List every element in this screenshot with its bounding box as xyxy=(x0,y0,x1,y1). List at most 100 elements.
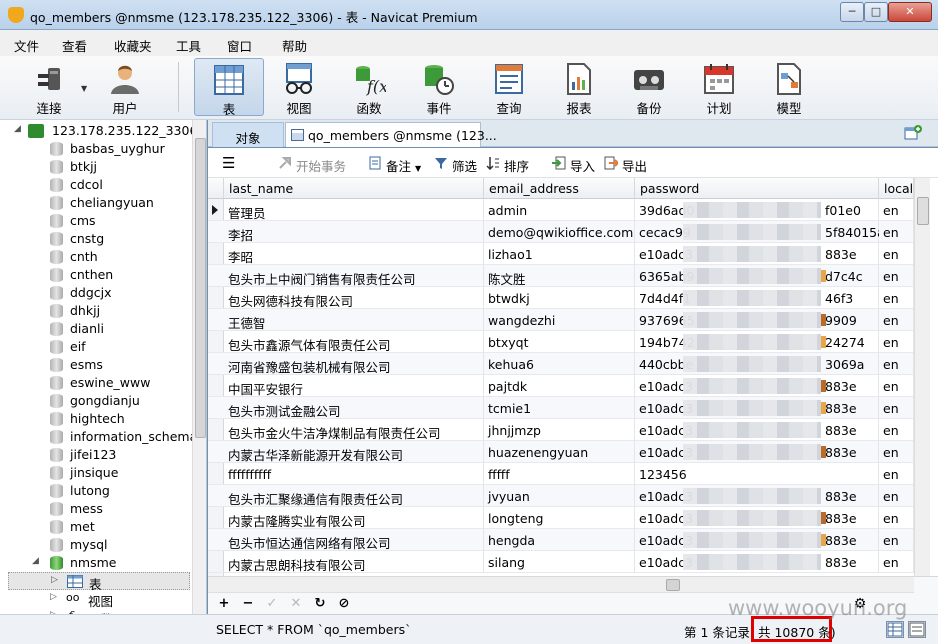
minimize-button[interactable]: ─ xyxy=(840,2,864,22)
form-view-button[interactable] xyxy=(908,621,926,638)
tree-db-item[interactable]: mess xyxy=(0,500,192,518)
cell-email[interactable]: btwdkj xyxy=(484,287,635,309)
cell-last-name[interactable]: 包头市上中阀门销售有限责任公司 xyxy=(224,265,484,287)
column-header-locale[interactable]: locale xyxy=(879,178,914,199)
tree-db-item[interactable]: cnth xyxy=(0,248,192,266)
tree-db-item[interactable]: cdcol xyxy=(0,176,192,194)
tree-db-item[interactable]: basbas_uyghur xyxy=(0,140,192,158)
view-button[interactable]: 视图 xyxy=(264,58,334,116)
cell-email[interactable]: fffff xyxy=(484,463,635,485)
tree-db-item[interactable]: eif xyxy=(0,338,192,356)
grid-view-button[interactable] xyxy=(886,621,904,638)
menu-favorites[interactable]: 收藏夹 xyxy=(114,36,152,55)
column-header-last-name[interactable]: last_name xyxy=(224,178,484,199)
maximize-button[interactable]: □ xyxy=(864,2,888,22)
cell-last-name[interactable]: 包头市金火牛洁净煤制品有限责任公司 xyxy=(224,419,484,441)
cell-locale[interactable]: en xyxy=(879,463,914,485)
cell-email[interactable]: kehua6 xyxy=(484,353,635,375)
table-row[interactable]: 包头网德科技有限公司 btwdkj 7d4d4f1 en 46f3 xyxy=(208,287,914,309)
grid-vertical-thumb[interactable] xyxy=(917,197,929,225)
report-button[interactable]: 报表 xyxy=(544,58,614,116)
model-button[interactable]: 模型 xyxy=(754,58,824,116)
tree-tables-node[interactable]: ▷ 表 xyxy=(8,572,190,592)
close-button[interactable]: ✕ xyxy=(888,2,932,22)
cell-locale[interactable]: en xyxy=(879,507,914,529)
table-row[interactable]: 包头市测试金融公司 tcmie1 e10adc3 en 883e xyxy=(208,397,914,419)
column-header-email[interactable]: email_address xyxy=(484,178,635,199)
cell-locale[interactable]: en xyxy=(879,441,914,463)
tree-db-item[interactable]: cnthen xyxy=(0,266,192,284)
table-row[interactable]: ffffffffff fffff 123456 en xyxy=(208,463,914,485)
hamburger-menu-icon[interactable]: ☰ xyxy=(222,154,235,172)
apply-changes-button[interactable]: ✓ xyxy=(264,596,280,612)
add-record-button[interactable]: + xyxy=(216,596,232,612)
cell-last-name[interactable]: 包头市汇聚缘通信有限责任公司 xyxy=(224,485,484,507)
tree-db-item[interactable]: met xyxy=(0,518,192,536)
tree-scrollbar[interactable] xyxy=(192,120,206,614)
tree-connection[interactable]: ◢ 123.178.235.122_3306 xyxy=(0,122,197,140)
cell-locale[interactable]: en xyxy=(879,199,914,221)
cell-email[interactable]: jhnjjmzp xyxy=(484,419,635,441)
collapse-arrow-icon[interactable]: ◢ xyxy=(14,124,21,134)
tree-db-item[interactable]: cms xyxy=(0,212,192,230)
tree-db-item[interactable]: jinsique xyxy=(0,464,192,482)
expand-arrow-icon[interactable]: ▷ xyxy=(51,575,58,585)
table-row[interactable]: 李昭 lizhao1 e10adc3 en 883e xyxy=(208,243,914,265)
cell-locale[interactable]: en xyxy=(879,287,914,309)
connect-dropdown-icon[interactable]: ▼ xyxy=(81,84,87,93)
table-row[interactable]: 河南省豫盛包装机械有限公司 kehua6 440cbbe en 3069a xyxy=(208,353,914,375)
tree-views-node[interactable]: ▷ oo 视图 xyxy=(0,590,192,609)
filter-button[interactable]: 筛选 xyxy=(434,156,477,175)
menu-window[interactable]: 窗口 xyxy=(227,36,252,55)
cell-locale[interactable]: en xyxy=(879,397,914,419)
backup-button[interactable]: 备份 xyxy=(614,58,684,116)
cell-email[interactable]: 陈文胜 xyxy=(484,265,635,287)
refresh-button[interactable]: ↻ xyxy=(312,596,328,612)
cell-locale[interactable]: en xyxy=(879,419,914,441)
tree-scrollbar-thumb[interactable] xyxy=(195,138,206,438)
table-row[interactable]: 内蒙古思朗科技有限公司 silang e10adc3 en 883e xyxy=(208,551,914,573)
grid-vertical-scrollbar[interactable] xyxy=(914,178,930,576)
tree-db-item[interactable]: mysql xyxy=(0,536,192,554)
cell-email[interactable]: longteng xyxy=(484,507,635,529)
menu-view[interactable]: 查看 xyxy=(62,36,87,55)
cell-email[interactable]: wangdezhi xyxy=(484,309,635,331)
tree-db-item[interactable]: cheliangyuan xyxy=(0,194,192,212)
cell-last-name[interactable]: ffffffffff xyxy=(224,463,484,485)
tree-db-item[interactable]: btkjj xyxy=(0,158,192,176)
cell-last-name[interactable]: 中国平安银行 xyxy=(224,375,484,397)
grid-horizontal-scrollbar[interactable] xyxy=(208,577,914,593)
cell-locale[interactable]: en xyxy=(879,529,914,551)
tree-db-item[interactable]: dhkjj xyxy=(0,302,192,320)
table-row[interactable]: 管理员 admin 39d6ad0 en f01e0 xyxy=(208,199,914,221)
cell-locale[interactable]: en xyxy=(879,331,914,353)
table-row[interactable]: 中国平安银行 pajtdk e10adc3 en 883e xyxy=(208,375,914,397)
cell-email[interactable]: jvyuan xyxy=(484,485,635,507)
cell-last-name[interactable]: 管理员 xyxy=(224,199,484,221)
menu-tools[interactable]: 工具 xyxy=(176,36,201,55)
cell-last-name[interactable]: 王德智 xyxy=(224,309,484,331)
cell-email[interactable]: hengda xyxy=(484,529,635,551)
cell-locale[interactable]: en xyxy=(879,309,914,331)
menu-help[interactable]: 帮助 xyxy=(282,36,307,55)
cell-last-name[interactable]: 内蒙古隆腾实业有限公司 xyxy=(224,507,484,529)
cell-locale[interactable]: en xyxy=(879,375,914,397)
cell-last-name[interactable]: 内蒙古思朗科技有限公司 xyxy=(224,551,484,573)
cell-email[interactable]: lizhao1 xyxy=(484,243,635,265)
table-row[interactable]: 内蒙古隆腾实业有限公司 longteng e10adc3 en 883e xyxy=(208,507,914,529)
table-row[interactable]: 包头市鑫源气体有限责任公司 btxyqt 194b742 en 24274 xyxy=(208,331,914,353)
schedule-button[interactable]: 计划 xyxy=(684,58,754,116)
cell-locale[interactable]: en xyxy=(879,221,914,243)
export-button[interactable]: 导出 xyxy=(604,156,647,175)
cell-last-name[interactable]: 包头市鑫源气体有限责任公司 xyxy=(224,331,484,353)
expand-arrow-icon[interactable]: ▷ xyxy=(50,592,57,602)
cell-locale[interactable]: en xyxy=(879,485,914,507)
tree-db-item[interactable]: gongdianju xyxy=(0,392,192,410)
delete-record-button[interactable]: − xyxy=(240,596,256,612)
stop-button[interactable]: ⊘ xyxy=(336,596,352,612)
table-row[interactable]: 包头市金火牛洁净煤制品有限责任公司 jhnjjmzp e10adc3 en 883e xyxy=(208,419,914,441)
cell-last-name[interactable]: 河南省豫盛包装机械有限公司 xyxy=(224,353,484,375)
begin-transaction-button[interactable]: 开始事务 xyxy=(278,156,346,175)
cell-email[interactable]: pajtdk xyxy=(484,375,635,397)
memo-button[interactable]: 备注 ▼ xyxy=(368,156,421,175)
